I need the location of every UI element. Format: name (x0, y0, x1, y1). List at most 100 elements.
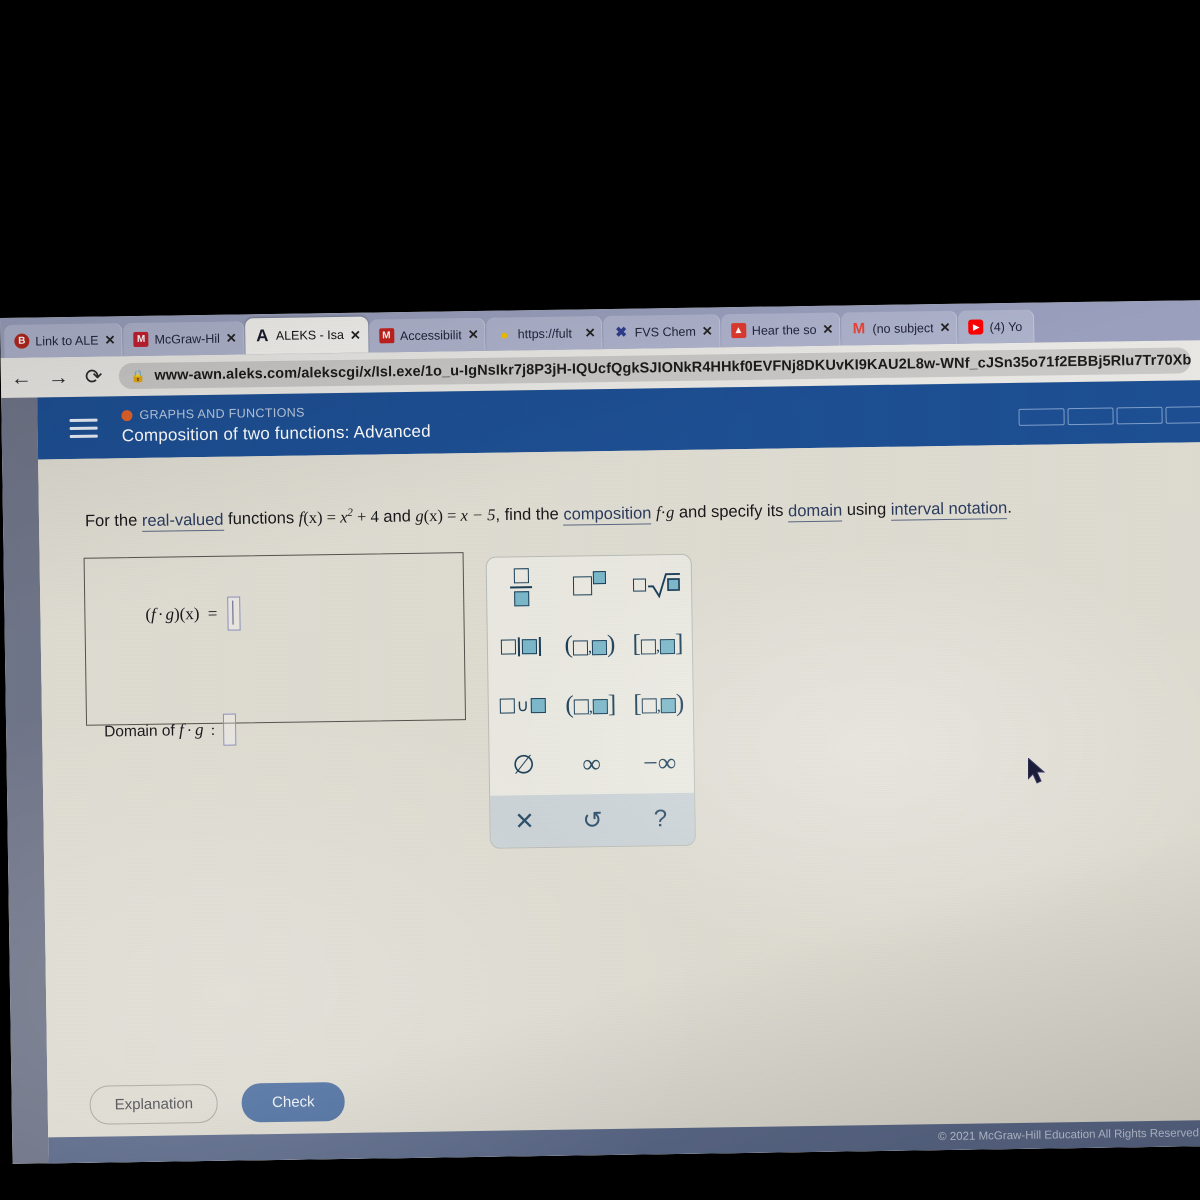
open-closed-interval-icon: (,] (565, 690, 617, 719)
favicon-icon: M (378, 328, 395, 344)
keypad-key-absolute-value[interactable] (487, 616, 556, 677)
keypad-key-union[interactable]: ∪ (488, 676, 557, 737)
youtube-icon: ▶ (968, 319, 984, 335)
domain-answer-row: Domain of f · g : (104, 713, 237, 748)
keypad-undo-button[interactable]: ↺ (558, 805, 626, 835)
browser-tab-soundcloud[interactable]: ▲ Hear the so ✕ (720, 312, 841, 348)
tab-close-icon[interactable]: ✕ (585, 325, 597, 340)
prompt-part-3: and (378, 507, 416, 526)
infinity-icon: ∞ (582, 749, 602, 779)
favicon-icon: B (14, 333, 30, 349)
reload-icon[interactable]: ⟳ (85, 365, 103, 388)
browser-tab-mcgraw-hill[interactable]: M McGraw-Hil ✕ (123, 321, 245, 357)
expr-g: g (165, 604, 175, 624)
category-label: GRAPHS AND FUNCTIONS (139, 405, 305, 422)
link-domain[interactable]: domain (787, 501, 843, 522)
forward-icon[interactable]: → (48, 365, 69, 388)
domain-answer-input[interactable] (222, 713, 237, 746)
browser-tab-youtube[interactable]: ▶ (4) Yo (958, 309, 1035, 344)
keypad-clear-button[interactable]: ✕ (490, 806, 558, 836)
prompt-part-8: . (1007, 498, 1013, 517)
domain-text: Domain of (104, 722, 175, 741)
tab-label: Accessibilit (399, 327, 462, 343)
action-buttons: Explanation Check (89, 1081, 345, 1125)
prompt-part-6: and specify its (674, 501, 789, 522)
fraction-icon (510, 567, 533, 607)
expr-x-arg: (x) (179, 604, 200, 624)
browser-tab-gmail[interactable]: M (no subject ✕ (841, 310, 958, 346)
mouse-cursor-icon (1028, 758, 1046, 784)
absolute-value-icon (500, 635, 543, 658)
function-g-name: g (415, 506, 424, 526)
tab-close-icon[interactable]: ✕ (350, 327, 362, 342)
function-f-equals: = (322, 507, 341, 527)
empty-set-icon: ∅ (512, 750, 536, 780)
category-dot-icon (121, 409, 133, 421)
header-category: GRAPHS AND FUNCTIONS (121, 404, 430, 423)
link-interval-notation[interactable]: interval notation (890, 498, 1008, 521)
tab-close-icon[interactable]: ✕ (468, 327, 480, 342)
keypad-key-infinity[interactable]: ∞ (557, 734, 626, 795)
closed-open-interval-icon: [,) (633, 689, 685, 718)
tab-close-icon[interactable]: ✕ (702, 323, 714, 338)
progress-segment (1165, 406, 1200, 424)
browser-tab-accessibility[interactable]: M Accessibilit ✕ (368, 317, 486, 353)
nth-root-icon (632, 572, 681, 599)
favicon-icon: M (133, 331, 149, 348)
tab-close-icon[interactable]: ✕ (104, 332, 116, 347)
keypad-key-fraction[interactable] (487, 557, 556, 618)
link-real-valued[interactable]: real-valued (141, 510, 224, 532)
link-composition[interactable]: composition (563, 503, 652, 526)
tab-label: Hear the so (751, 322, 817, 338)
composition-answer-row: (f · g)(x) = (145, 596, 241, 631)
progress-segment (1018, 408, 1065, 426)
keypad-key-exponent[interactable] (555, 556, 624, 617)
check-button[interactable]: Check (241, 1081, 345, 1123)
expr-equals: = (207, 603, 218, 623)
close-icon: ✕ (514, 807, 535, 835)
function-f-rest: + 4 (352, 506, 379, 527)
browser-tab-fvs-chem[interactable]: ✖ FVS Chem ✕ (603, 314, 721, 350)
function-g-equals: = (442, 505, 461, 525)
header-text-block: GRAPHS AND FUNCTIONS Composition of two … (121, 404, 431, 447)
function-g-rhs: x − 5 (460, 505, 496, 525)
lock-icon: 🔒 (130, 368, 146, 384)
tab-label: https://fult (517, 326, 573, 341)
progress-segment (1116, 406, 1163, 425)
domain-colon: : (210, 721, 216, 739)
tab-close-icon[interactable]: ✕ (822, 322, 834, 337)
keypad-key-empty-set[interactable]: ∅ (489, 735, 558, 796)
tab-label: McGraw-Hil (154, 331, 220, 347)
favicon-icon: ▲ (730, 322, 746, 339)
keypad-key-open-closed-interval[interactable]: (,] (556, 675, 625, 736)
tab-close-icon[interactable]: ✕ (940, 320, 952, 335)
open-open-interval-icon: (,) (564, 631, 616, 659)
keypad-key-negative-infinity[interactable]: −∞ (625, 733, 694, 794)
prompt-part-2: functions (223, 509, 299, 529)
tab-close-icon[interactable]: ✕ (226, 330, 238, 345)
gmail-icon: M (852, 320, 866, 338)
back-icon[interactable]: ← (11, 366, 32, 389)
browser-tab-link-to-aleks[interactable]: B Link to ALE ✕ (4, 323, 123, 358)
url-text: www-awn.aleks.com/alekscgi/x/Isl.exe/1o_… (154, 352, 1191, 384)
composition-answer-input[interactable] (227, 596, 241, 631)
keypad-key-closed-open-interval[interactable]: [,) (624, 674, 693, 735)
expr-dot: · (157, 604, 164, 624)
tab-label: FVS Chem (634, 324, 696, 340)
tab-label: (4) Yo (989, 319, 1023, 334)
favicon-icon: ● (499, 325, 509, 343)
prompt-part-4: , find the (495, 505, 564, 525)
domain-dot: · (186, 722, 193, 740)
keypad-key-nth-root[interactable] (623, 555, 692, 616)
union-icon: ∪ (499, 695, 547, 718)
keypad-key-closed-closed-interval[interactable]: [,] (623, 614, 692, 675)
keypad-help-button[interactable]: ? (626, 805, 694, 834)
progress-segment (1067, 407, 1114, 426)
tab-label: Link to ALE (35, 333, 99, 348)
browser-tab-aleks[interactable]: A ALEKS - Isa ✕ (244, 316, 369, 355)
menu-hamburger-icon[interactable] (69, 418, 98, 438)
explanation-button[interactable]: Explanation (89, 1083, 219, 1125)
screen-area: B Link to ALE ✕ M McGraw-Hil ✕ A ALEKS -… (0, 300, 1200, 1164)
keypad-key-open-open-interval[interactable]: (,) (555, 615, 624, 676)
browser-tab-fulton[interactable]: ● https://fult ✕ (486, 316, 603, 351)
